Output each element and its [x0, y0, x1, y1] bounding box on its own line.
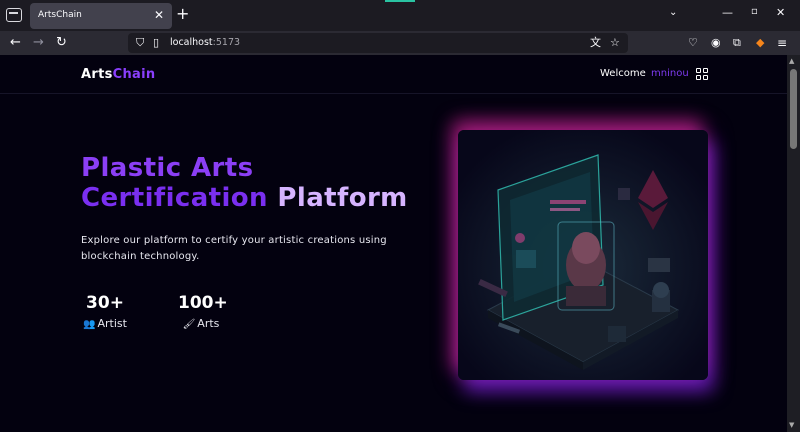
users-icon: 👥	[83, 319, 96, 330]
stat-artists-value: 30+	[86, 293, 124, 313]
metamask-fox-icon[interactable]: ◆	[756, 35, 764, 51]
page-icon[interactable]: ▯	[153, 35, 159, 51]
minimize-icon[interactable]: —	[722, 6, 733, 19]
stat-arts-value: 100+	[178, 293, 228, 313]
tab-list-icon[interactable]	[6, 8, 22, 22]
hero-title-platform: Platform	[267, 183, 408, 213]
scroll-down-icon[interactable]: ▼	[789, 421, 794, 429]
bookmark-star-icon[interactable]: ☆	[610, 35, 620, 51]
logo-text-chain: Chain	[112, 67, 156, 82]
translate-icon[interactable]: 文	[590, 35, 601, 51]
hero-artwork-image	[458, 130, 708, 380]
isometric-art-illustration	[458, 130, 708, 380]
close-tab-icon[interactable]: ✕	[154, 8, 164, 22]
hero-title-line1: Plastic Arts	[81, 153, 254, 183]
scroll-up-icon[interactable]: ▲	[789, 57, 794, 65]
username-link[interactable]: mninou	[651, 68, 689, 79]
address-bar[interactable]: ⛉ ▯ localhost:5173 文 ☆	[128, 33, 628, 53]
extensions-icon[interactable]: ⧉	[733, 35, 741, 51]
brush-icon: 🖌	[182, 319, 196, 330]
site-header: ArtsChain Welcome mninou	[0, 55, 787, 94]
dashboard-grid-icon[interactable]	[696, 68, 708, 80]
chevron-down-icon[interactable]: ⌄	[669, 7, 677, 18]
scrollbar-thumb[interactable]	[790, 69, 797, 149]
logo-text-arts: Arts	[81, 67, 113, 82]
forward-arrow-icon[interactable]: →	[33, 35, 44, 51]
page-scrollbar[interactable]: ▲ ▼	[787, 55, 800, 432]
window-close-icon[interactable]: ✕	[776, 6, 785, 19]
reload-icon[interactable]: ↻	[56, 35, 67, 51]
stat-arts: 100+ 🖌 Arts	[178, 293, 228, 330]
stat-artists-label: 👥 Artist	[83, 317, 127, 330]
tab-title: ArtsChain	[38, 10, 82, 20]
shield-icon[interactable]: ⛉	[136, 35, 144, 51]
hero-title: Plastic Arts Certification Platform	[81, 153, 461, 213]
maximize-icon[interactable]: ▫	[751, 6, 758, 17]
window-accent-line	[385, 0, 415, 2]
menu-icon[interactable]: ≡	[777, 35, 787, 51]
hero-description: Explore our platform to certify your art…	[81, 235, 387, 262]
account-icon[interactable]: ◉	[711, 35, 721, 51]
hero-title-certification: Certification	[81, 183, 268, 213]
browser-tab-bar: ArtsChain ✕ + ⌄ — ▫ ✕	[0, 0, 800, 31]
browser-nav-bar: ← → ↻ ⛉ ▯ localhost:5173 文 ☆ ♡ ◉ ⧉ ◆ ≡	[0, 31, 800, 55]
stat-arts-label: 🖌 Arts	[182, 317, 220, 330]
page-viewport: ArtsChain Welcome mninou Plastic Arts Cer…	[0, 55, 787, 432]
pocket-icon[interactable]: ♡	[688, 35, 698, 51]
back-arrow-icon[interactable]: ←	[10, 35, 21, 51]
new-tab-icon[interactable]: +	[176, 6, 189, 22]
artschain-logo[interactable]: ArtsChain	[81, 67, 155, 82]
url-text[interactable]: localhost:5173	[170, 37, 240, 48]
welcome-text: Welcome	[600, 68, 646, 79]
stat-artists: 30+ 👥 Artist	[81, 293, 129, 330]
browser-tab-artschain[interactable]: ArtsChain ✕	[30, 3, 172, 29]
